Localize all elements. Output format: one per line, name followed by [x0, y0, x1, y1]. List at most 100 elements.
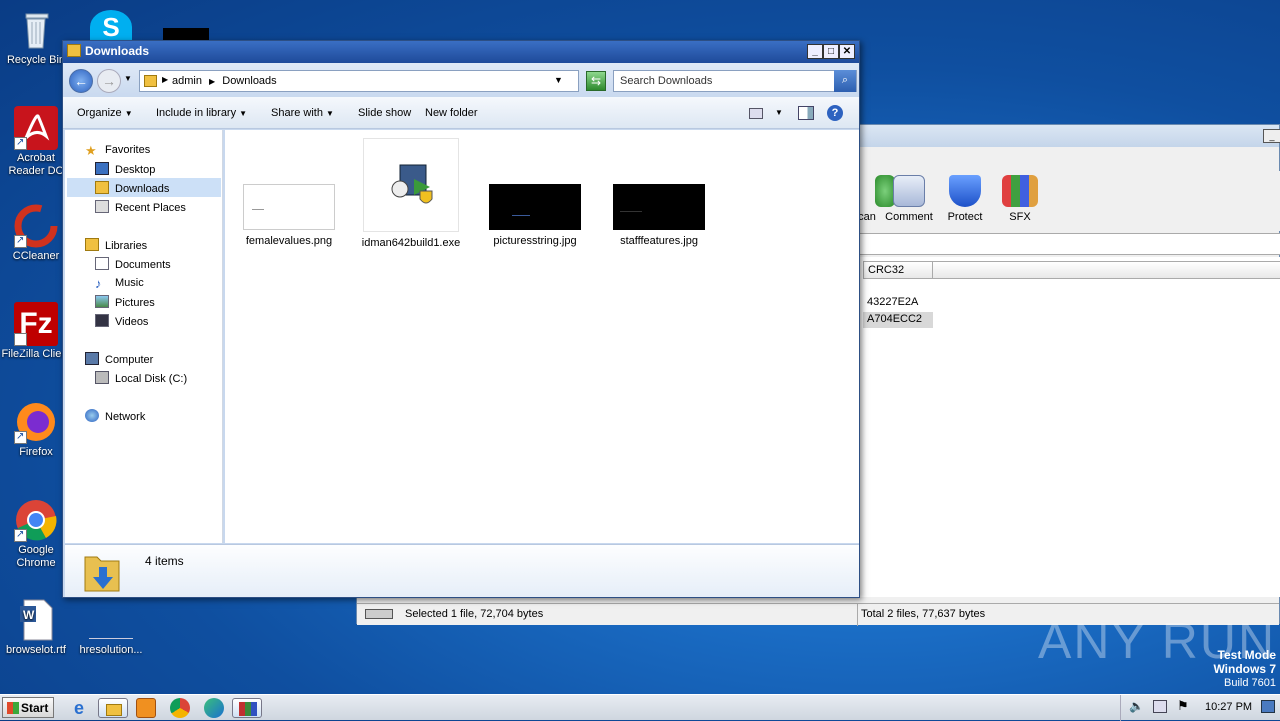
tool-label: SFX: [1009, 211, 1031, 223]
windows-logo-icon: [7, 702, 19, 714]
status-total: Total 2 files, 77,637 bytes: [861, 608, 986, 620]
downloads-folder-icon: [95, 181, 109, 194]
breadcrumb-admin[interactable]: admin: [172, 75, 202, 87]
nav-music[interactable]: ♪ Music: [95, 273, 144, 292]
desktop-icon-label: Acrobat Reader DC: [8, 152, 64, 177]
installer-icon: [363, 138, 459, 232]
winrar-taskbar-button[interactable]: [232, 698, 262, 718]
file-icon: [89, 598, 133, 642]
view-dropdown-icon[interactable]: ▼: [775, 108, 783, 117]
start-button[interactable]: Start: [2, 697, 54, 718]
documents-icon: [95, 257, 109, 270]
volume-icon[interactable]: 🔈: [1129, 699, 1144, 713]
os-info-line: Test Mode: [1217, 648, 1276, 662]
nav-computer[interactable]: Computer: [85, 349, 153, 368]
recycle-bin-icon: [14, 8, 58, 52]
network-tray-icon[interactable]: [1153, 700, 1167, 713]
details-pane: 4 items: [65, 544, 859, 597]
word-doc-icon: W: [14, 598, 58, 642]
winrar-path-bar[interactable]: [857, 233, 1280, 255]
forward-button[interactable]: →: [97, 69, 121, 93]
start-label: Start: [21, 701, 49, 715]
skype-icon: S: [90, 10, 132, 44]
nav-libraries[interactable]: Libraries: [85, 235, 147, 254]
refresh-button[interactable]: ⇆: [586, 71, 606, 91]
file-list-view[interactable]: femalevalues.png idman642build1.exe pict…: [225, 130, 859, 543]
item-count: 4 items: [145, 554, 184, 568]
slide-show-button[interactable]: Slide show: [358, 107, 411, 119]
jpg-thumbnail: [489, 184, 581, 230]
table-row[interactable]: A704ECC2: [863, 312, 933, 328]
clock[interactable]: 10:27 PM: [1205, 701, 1252, 713]
file-item[interactable]: stafffeatures.jpg: [609, 184, 709, 247]
view-options-icon[interactable]: [749, 108, 763, 119]
status-divider: [857, 604, 858, 626]
desktop-icon-label: browselot.rtf: [6, 644, 66, 656]
address-bar[interactable]: ▶ admin ▶ Downloads ▼: [139, 70, 579, 92]
tool-label: Comment: [885, 211, 933, 223]
share-with-menu[interactable]: Share with ▼: [271, 107, 334, 119]
desktop-icon-label: Firefox: [19, 446, 53, 458]
preview-pane-icon[interactable]: [798, 106, 814, 120]
videos-icon: [95, 314, 109, 327]
nav-network[interactable]: Network: [85, 406, 145, 425]
sfx-icon: [1002, 175, 1038, 207]
drive-icon: [365, 609, 393, 619]
desktop-icon-label: Google Chrome: [16, 544, 56, 569]
desktop-icon-label: Recycle Bin: [6, 54, 66, 66]
file-item[interactable]: femalevalues.png: [239, 184, 339, 247]
desktop-icon-label: CCleaner: [12, 250, 60, 262]
edge-icon[interactable]: [204, 698, 224, 718]
taskbar: Start e 🔈 ⚑ 10:27 PM: [0, 694, 1280, 721]
desktop-icon-hresolution[interactable]: hresolution...: [74, 598, 148, 657]
winrar-file-list[interactable]: CRC32 43227E2A A704ECC2: [857, 257, 1280, 597]
nav-videos[interactable]: Videos: [95, 311, 148, 330]
nav-favorites[interactable]: ★ Favorites: [85, 140, 150, 159]
nav-desktop[interactable]: Desktop: [95, 159, 155, 178]
search-icon[interactable]: ⌕: [834, 70, 856, 92]
action-center-icon[interactable]: ⚑: [1177, 698, 1189, 714]
nav-pictures[interactable]: Pictures: [95, 292, 155, 311]
include-in-library-menu[interactable]: Include in library ▼: [156, 107, 247, 119]
music-icon: ♪: [95, 276, 102, 291]
tool-sfx[interactable]: SFX: [992, 175, 1048, 223]
file-item[interactable]: picturesstring.jpg: [485, 184, 585, 247]
organize-menu[interactable]: Organize ▼: [77, 107, 133, 119]
column-header-crc32[interactable]: CRC32: [863, 261, 933, 279]
file-name: femalevalues.png: [245, 235, 333, 247]
tool-protect[interactable]: Protect: [937, 175, 993, 223]
close-button[interactable]: ✕: [839, 44, 855, 59]
window-title: Downloads: [85, 44, 150, 58]
file-name: stafffeatures.jpg: [620, 235, 698, 247]
desktop-icon-browselot[interactable]: W browselot.rtf: [0, 598, 72, 657]
file-item[interactable]: idman642build1.exe: [361, 138, 461, 249]
search-input[interactable]: Search Downloads ⌕: [613, 70, 857, 92]
breadcrumb-downloads[interactable]: Downloads: [222, 75, 276, 87]
tool-comment[interactable]: Comment: [881, 175, 937, 223]
explorer-titlebar[interactable]: Downloads _ □ ✕: [63, 41, 859, 63]
nav-local-disk[interactable]: Local Disk (C:): [95, 368, 187, 387]
nav-downloads[interactable]: Downloads: [67, 178, 221, 197]
show-desktop-icon[interactable]: [1261, 700, 1275, 713]
minimize-button[interactable]: _: [807, 44, 823, 59]
new-folder-button[interactable]: New folder: [425, 107, 478, 119]
system-tray: 🔈 ⚑ 10:27 PM: [1120, 695, 1280, 721]
help-icon[interactable]: ?: [827, 105, 843, 121]
back-button[interactable]: ←: [69, 69, 93, 93]
nav-documents[interactable]: Documents: [95, 254, 171, 273]
history-dropdown-icon[interactable]: ▼: [124, 74, 132, 83]
media-player-icon[interactable]: [136, 698, 156, 718]
column-header-filler: [933, 261, 1280, 279]
nav-recent-places[interactable]: Recent Places: [95, 197, 186, 216]
tool-label: Protect: [947, 211, 983, 223]
address-dropdown-icon[interactable]: ▼: [554, 75, 563, 85]
internet-explorer-icon[interactable]: e: [68, 698, 90, 718]
maximize-button[interactable]: □: [823, 44, 839, 59]
chrome-icon[interactable]: [170, 698, 190, 718]
comment-icon: [893, 175, 925, 207]
explorer-window[interactable]: Downloads _ □ ✕ ← → ▼ ▶ admin ▶ Download…: [62, 40, 860, 598]
explorer-taskbar-button[interactable]: [98, 698, 128, 718]
acrobat-icon: [14, 106, 58, 150]
minimize-button[interactable]: _: [1263, 129, 1280, 143]
table-row[interactable]: 43227E2A: [863, 295, 933, 311]
